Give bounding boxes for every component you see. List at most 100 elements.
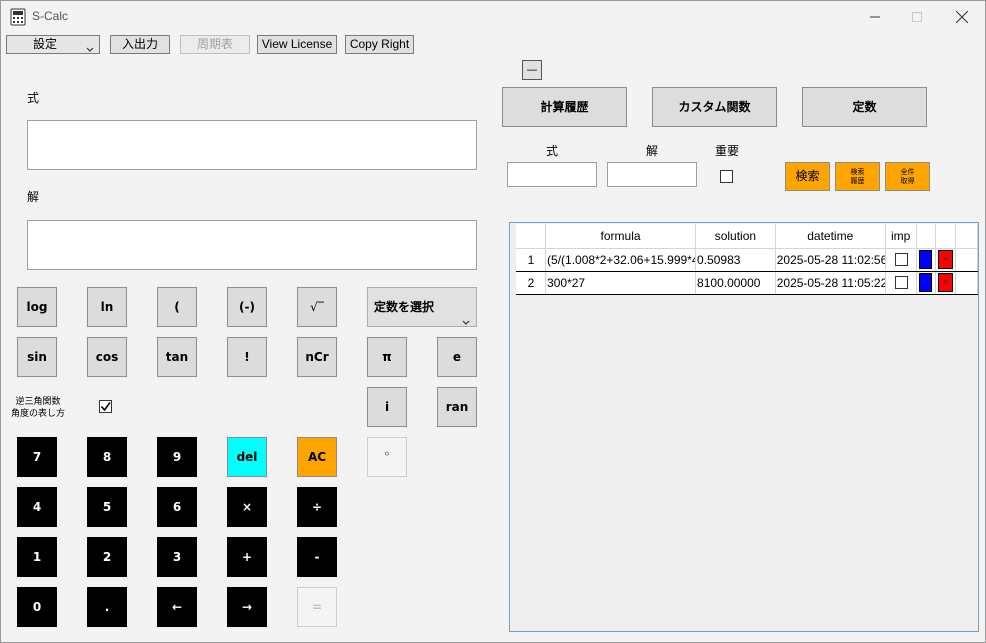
close-icon[interactable] (939, 1, 985, 32)
column-header-edit (916, 224, 937, 249)
digit-4-key[interactable]: 4 (17, 487, 57, 527)
search-history-label-line1: 検索 (850, 168, 865, 176)
multiply-key[interactable]: × (227, 487, 267, 527)
constant-select-label: 定数を選択 (374, 300, 435, 314)
row-edit-button[interactable] (918, 250, 932, 269)
digit-8-key[interactable]: 8 (87, 437, 127, 477)
row-formula-text: (5/(1.008*2+32.06+15.999*4 (547, 252, 696, 267)
calculator-icon (10, 8, 26, 26)
pi-key[interactable]: π (367, 337, 407, 377)
row-delete-button[interactable]: × (938, 250, 954, 269)
column-header-filler (955, 224, 978, 249)
answer-label: 解 (27, 190, 40, 204)
factorial-key[interactable]: ! (227, 337, 267, 377)
subtract-key[interactable]: - (297, 537, 337, 577)
row-datetime[interactable]: 2025-05-28 11:02:56 (775, 248, 886, 272)
digit-2-key[interactable]: 2 (87, 537, 127, 577)
log-key[interactable]: log (17, 287, 57, 327)
ln-key[interactable]: ln (87, 287, 127, 327)
row-edit-button[interactable] (918, 273, 932, 292)
inverse-trig-checkbox[interactable] (99, 400, 112, 413)
ncr-key[interactable]: nCr (297, 337, 337, 377)
history-table: formula solution datetime imp 1 (5/(1.00… (516, 224, 978, 295)
chevron-down-icon (86, 41, 94, 58)
get-all-label-line1: 全件 (900, 168, 915, 176)
title-bar: S-Calc (1, 1, 985, 32)
view-license-button[interactable]: View License (257, 35, 337, 54)
filter-important-label: 重要 (715, 144, 740, 158)
settings-dropdown[interactable]: 設定 (6, 35, 100, 54)
row-solution[interactable]: 0.50983 (695, 248, 776, 272)
decimal-point-key[interactable]: . (87, 587, 127, 627)
row-imp (885, 271, 917, 295)
tab-constants[interactable]: 定数 (802, 87, 927, 127)
row-datetime-text: 2025-05-28 11:05:22 (776, 275, 885, 290)
all-clear-key[interactable]: AC (297, 437, 337, 477)
row-edit (916, 271, 937, 295)
column-header-formula[interactable]: formula (545, 224, 697, 249)
row-index: 2 (516, 271, 547, 295)
cursor-right-key[interactable]: → (227, 587, 267, 627)
row-delete: × (935, 248, 957, 272)
checkmark-icon (100, 402, 111, 412)
left-paren-key[interactable]: ( (157, 287, 197, 327)
minimize-icon[interactable] (852, 1, 898, 32)
row-filler (955, 248, 978, 272)
column-header-solution[interactable]: solution (695, 224, 776, 249)
e-key[interactable]: e (437, 337, 477, 377)
row-delete-button[interactable]: × (938, 273, 954, 292)
digit-0-key[interactable]: 0 (17, 587, 57, 627)
digit-9-key[interactable]: 9 (157, 437, 197, 477)
history-grid[interactable]: formula solution datetime imp 1 (5/(1.00… (509, 222, 979, 632)
search-history-label-line2: 履歴 (850, 177, 865, 185)
column-header-imp[interactable]: imp (885, 224, 917, 249)
copy-right-button[interactable]: Copy Right (345, 35, 414, 54)
filter-expression-label: 式 (546, 144, 559, 158)
digit-1-key[interactable]: 1 (17, 537, 57, 577)
row-imp-checkbox[interactable] (894, 253, 908, 266)
filter-important-checkbox[interactable] (720, 170, 733, 183)
filter-answer-input[interactable] (607, 162, 697, 187)
table-header-row: formula solution datetime imp (516, 224, 978, 249)
i-key[interactable]: i (367, 387, 407, 427)
equals-key: = (297, 587, 337, 627)
digit-3-key[interactable]: 3 (157, 537, 197, 577)
negative-key[interactable]: (-) (227, 287, 267, 327)
inverse-trig-label-line2: 角度の表し方 (11, 409, 66, 419)
divide-key[interactable]: ÷ (297, 487, 337, 527)
filter-expression-input[interactable] (507, 162, 597, 187)
get-all-button[interactable]: 全件 取得 (885, 162, 930, 191)
tan-key[interactable]: tan (157, 337, 197, 377)
cos-key[interactable]: cos (87, 337, 127, 377)
ran-key[interactable]: ran (437, 387, 477, 427)
row-edit (916, 248, 937, 272)
io-button[interactable]: 入出力 (110, 35, 170, 54)
digit-6-key[interactable]: 6 (157, 487, 197, 527)
tab-custom-functions[interactable]: カスタム関数 (652, 87, 777, 127)
delete-key[interactable]: del (227, 437, 267, 477)
expression-input[interactable] (27, 120, 477, 170)
search-history-button[interactable]: 検索 履歴 (835, 162, 880, 191)
digit-5-key[interactable]: 5 (87, 487, 127, 527)
digit-7-key[interactable]: 7 (17, 437, 57, 477)
collapse-label: — (526, 63, 538, 76)
inverse-trig-label: 逆三角関数 角度の表し方 (11, 396, 65, 420)
add-key[interactable]: + (227, 537, 267, 577)
tab-calc-history[interactable]: 計算履歴 (502, 87, 627, 127)
row-datetime[interactable]: 2025-05-28 11:05:22 (775, 271, 886, 295)
row-formula[interactable]: (5/(1.008*2+32.06+15.999*4 (545, 248, 697, 272)
sqrt-key[interactable]: √‾ (297, 287, 337, 327)
column-header-datetime[interactable]: datetime (775, 224, 886, 249)
table-row[interactable]: 1 (5/(1.008*2+32.06+15.999*4 0.50983 202… (516, 248, 978, 272)
row-solution[interactable]: 8100.00000 (695, 271, 776, 295)
answer-output[interactable] (27, 220, 477, 270)
collapse-panel-button[interactable]: — (522, 60, 542, 80)
cursor-left-key[interactable]: ← (157, 587, 197, 627)
constant-select[interactable]: 定数を選択 (367, 287, 477, 327)
row-formula[interactable]: 300*27 (545, 271, 697, 295)
table-row[interactable]: 2 300*27 8100.00000 2025-05-28 11:05:22 … (516, 271, 978, 295)
search-button[interactable]: 検索 (785, 162, 830, 191)
degree-key[interactable]: ° (367, 437, 407, 477)
row-imp-checkbox[interactable] (894, 276, 908, 289)
sin-key[interactable]: sin (17, 337, 57, 377)
